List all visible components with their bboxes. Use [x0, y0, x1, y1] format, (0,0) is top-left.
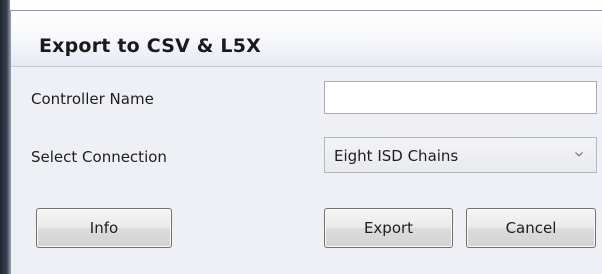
chevron-down-icon — [575, 152, 583, 157]
select-connection-label: Select Connection — [31, 148, 167, 166]
cancel-button[interactable]: Cancel — [466, 208, 596, 248]
controller-name-input[interactable] — [324, 81, 597, 114]
info-button[interactable]: Info — [36, 208, 172, 248]
export-dialog: Export to CSV & L5X Controller Name Sele… — [10, 10, 602, 274]
export-button[interactable]: Export — [324, 208, 453, 248]
dialog-title-bar: Export to CSV & L5X — [11, 11, 602, 67]
connection-dropdown[interactable]: Eight ISD Chains — [324, 137, 597, 173]
screen: Export to CSV & L5X Controller Name Sele… — [0, 0, 602, 274]
dialog-title: Export to CSV & L5X — [39, 35, 261, 57]
connection-dropdown-value: Eight ISD Chains — [334, 147, 459, 165]
controller-name-label: Controller Name — [31, 90, 154, 108]
background-window-edge — [0, 0, 10, 274]
